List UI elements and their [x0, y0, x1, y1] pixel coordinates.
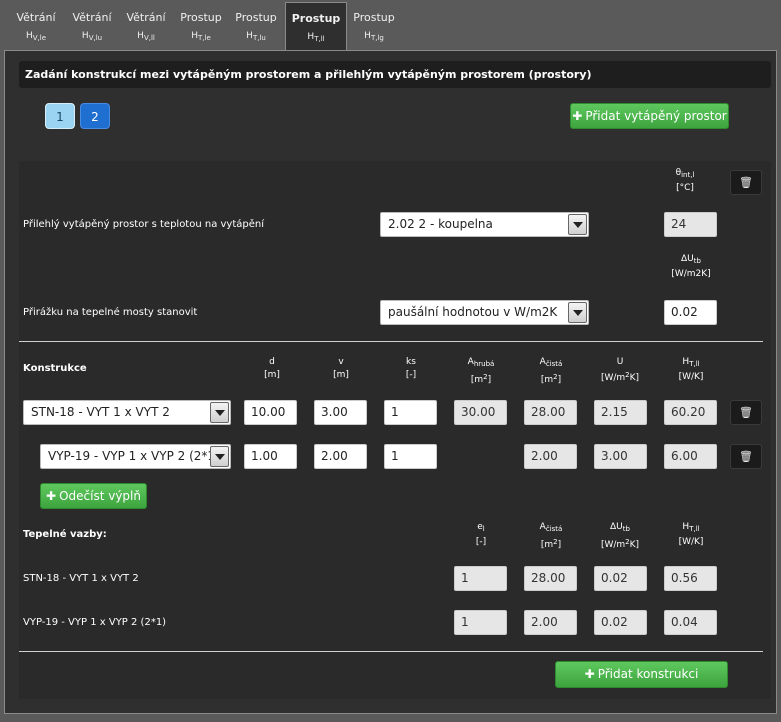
header-d: d [m]	[264, 357, 280, 380]
delete-space-button[interactable]: 🗑	[730, 170, 762, 195]
header-a-hruba: Ahrubá [m2]	[467, 357, 495, 385]
header-v: v [m]	[333, 357, 349, 380]
delete-construction-button-1[interactable]: 🗑	[730, 400, 762, 425]
v-input-1[interactable]: 3.00	[314, 400, 367, 425]
construction-select-1[interactable]: STN-18 - VYT 1 x VYT 2	[23, 400, 231, 425]
section-header: Zadání konstrukcí mezi vytápěným prostor…	[19, 61, 771, 88]
thermal-bridge-name-1: STN-18 - VYT 1 x VYT 2	[23, 573, 139, 584]
plus-icon: ✚	[46, 489, 57, 503]
trash-icon: 🗑	[739, 406, 753, 419]
page-button-2[interactable]: 2	[80, 103, 110, 129]
subtract-filling-button[interactable]: ✚ Odečíst výplň	[40, 483, 147, 509]
divider	[19, 341, 763, 342]
tab-prostup-htll[interactable]: Prostup HT,ll	[285, 2, 347, 52]
tab-label: Prostup	[291, 12, 341, 25]
adjacent-space-value: 2.02 2 - koupelna	[388, 217, 493, 231]
adjacent-space-select[interactable]: 2.02 2 - koupelna	[380, 212, 589, 237]
add-heated-space-label: Přidat vytápěný prostor	[585, 109, 727, 123]
tab-label: Prostup	[180, 11, 222, 24]
surcharge-label: Přirážku na tepelné mosty stanovit	[23, 307, 198, 318]
tb-h-value-1: 0.56	[664, 566, 717, 591]
ks-input-2[interactable]: 1	[384, 444, 437, 469]
header-u: U [W/m2K]	[600, 357, 640, 383]
tab-label: Větrání	[16, 11, 56, 24]
theta-header: θint,l [°C]	[675, 168, 695, 193]
header-a-cista: Ačistá [m2]	[539, 357, 563, 385]
header-ks: ks [-]	[405, 357, 417, 380]
surcharge-value: paušální hodnotou v W/m2K	[388, 305, 558, 319]
tab-symbol: HT,lg	[364, 31, 384, 42]
header-tb-a: Ačistá [m2]	[539, 522, 563, 550]
a-cista-value-1: 28.00	[524, 400, 577, 425]
page-button-1[interactable]: 1	[45, 103, 75, 129]
a-hruba-value-1: 30.00	[454, 400, 507, 425]
trash-icon: 🗑	[739, 176, 753, 189]
tab-symbol: HV,le	[25, 31, 47, 42]
tb-a-value-2: 2.00	[524, 610, 577, 635]
main-panel: Zadání konstrukcí mezi vytápěným prostor…	[4, 50, 777, 714]
add-construction-label: Přidat konstrukci	[597, 667, 699, 681]
tb-h-value-2: 0.04	[664, 610, 717, 635]
tab-label: Větrání	[126, 11, 166, 24]
ks-input-1[interactable]: 1	[384, 400, 437, 425]
surcharge-select[interactable]: paušální hodnotou v W/m2K	[380, 300, 589, 325]
delta-u-input[interactable]: 0.02	[664, 300, 717, 325]
plus-icon: ✚	[572, 109, 583, 123]
tab-prostup-htle[interactable]: Prostup HT,le	[173, 2, 229, 50]
tab-vetrani-hvlu[interactable]: Větrání HV,lu	[64, 2, 120, 50]
chevron-down-icon	[568, 302, 587, 323]
tb-du-value-1: 0.02	[594, 566, 647, 591]
tab-symbol: HT,lu	[246, 31, 266, 42]
chevron-down-icon	[210, 446, 229, 467]
theta-input[interactable]: 24	[664, 212, 717, 237]
thermal-bridges-title: Tepelné vazby:	[23, 529, 107, 540]
tab-symbol: HV,ll	[137, 31, 155, 42]
header-tb-h: HT,ll [W/K]	[678, 522, 704, 547]
tab-prostup-htlg[interactable]: Prostup HT,lg	[346, 2, 402, 50]
tab-label: Větrání	[72, 11, 112, 24]
tab-label: Prostup	[353, 11, 395, 24]
tb-e-value-1: 1	[454, 566, 507, 591]
add-heated-space-button[interactable]: ✚ Přidat vytápěný prostor	[570, 103, 729, 129]
a-cista-value-2: 2.00	[524, 444, 577, 469]
header-h: HT,ll [W/K]	[678, 357, 704, 382]
constructions-title: Konstrukce	[23, 363, 87, 374]
tab-symbol: HT,ll	[307, 32, 325, 43]
tb-a-value-1: 28.00	[524, 566, 577, 591]
subtract-filling-label: Odečíst výplň	[59, 489, 141, 503]
thermal-bridge-name-2: VYP-19 - VYP 1 x VYP 2 (2*1)	[23, 617, 167, 628]
chevron-down-icon	[210, 402, 229, 423]
header-tb-du: ΔUtb [W/m2K]	[600, 522, 640, 550]
u-value-1: 2.15	[594, 400, 647, 425]
tab-vetrani-hvll[interactable]: Větrání HV,ll	[118, 2, 174, 50]
tab-prostup-htlu[interactable]: Prostup HT,lu	[228, 2, 284, 50]
v-input-2[interactable]: 2.00	[314, 444, 367, 469]
tab-label: Prostup	[235, 11, 277, 24]
header-e: el [-]	[475, 522, 487, 547]
plus-icon: ✚	[584, 667, 595, 681]
d-input-2[interactable]: 1.00	[244, 444, 297, 469]
chevron-down-icon	[568, 214, 587, 235]
tb-du-value-2: 0.02	[594, 610, 647, 635]
tab-bar: Větrání HV,le Větrání HV,lu Větrání HV,l…	[0, 0, 781, 52]
h-value-2: 6.00	[664, 444, 717, 469]
adjacent-space-label: Přilehlý vytápěný prostor s teplotou na …	[23, 219, 265, 230]
tab-symbol: HT,le	[191, 31, 211, 42]
tab-vetrani-hvle[interactable]: Větrání HV,le	[4, 2, 68, 50]
tab-symbol: HV,lu	[81, 31, 103, 42]
divider	[19, 651, 763, 652]
construction-name-1: STN-18 - VYT 1 x VYT 2	[31, 405, 170, 419]
d-input-1[interactable]: 10.00	[244, 400, 297, 425]
h-value-1: 60.20	[664, 400, 717, 425]
trash-icon: 🗑	[739, 450, 753, 463]
construction-select-2[interactable]: VYP-19 - VYP 1 x VYP 2 (2*1)	[40, 444, 231, 469]
delta-u-header: ΔUtb [W/m2K]	[671, 254, 711, 279]
add-construction-button[interactable]: ✚ Přidat konstrukci	[555, 661, 728, 688]
construction-name-2: VYP-19 - VYP 1 x VYP 2 (2*1)	[48, 449, 220, 463]
delete-construction-button-2[interactable]: 🗑	[730, 444, 762, 469]
tb-e-value-2: 1	[454, 610, 507, 635]
u-value-2: 3.00	[594, 444, 647, 469]
